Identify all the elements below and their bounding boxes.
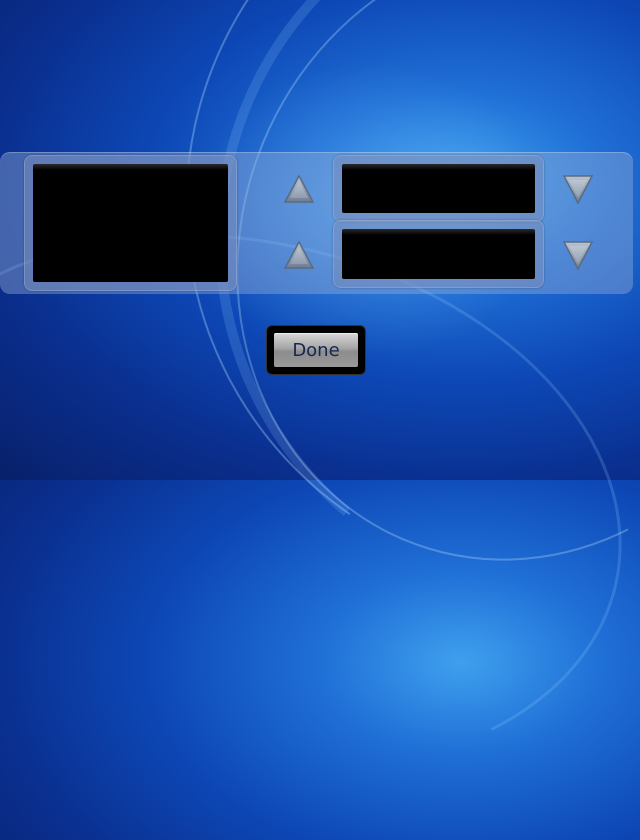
decrement-bottom-button[interactable] (558, 236, 598, 276)
decrement-top-button[interactable] (558, 170, 598, 210)
done-button-frame: Done (267, 326, 365, 374)
triangle-up-icon (283, 174, 315, 203)
top-display (342, 164, 535, 213)
background-swoosh (184, 0, 640, 631)
bottom-display (342, 229, 535, 279)
main-display (33, 164, 228, 282)
triangle-down-icon (562, 241, 594, 271)
background-swoosh (124, 0, 640, 647)
top-display-frame (333, 155, 544, 222)
increment-top-button[interactable] (279, 170, 319, 210)
triangle-up-icon (283, 240, 315, 269)
triangle-down-icon (562, 175, 594, 205)
main-display-frame (24, 155, 237, 291)
done-button[interactable]: Done (274, 333, 358, 367)
bottom-display-frame (333, 220, 544, 288)
background-swoosh (150, 0, 640, 642)
increment-bottom-button[interactable] (279, 236, 319, 276)
